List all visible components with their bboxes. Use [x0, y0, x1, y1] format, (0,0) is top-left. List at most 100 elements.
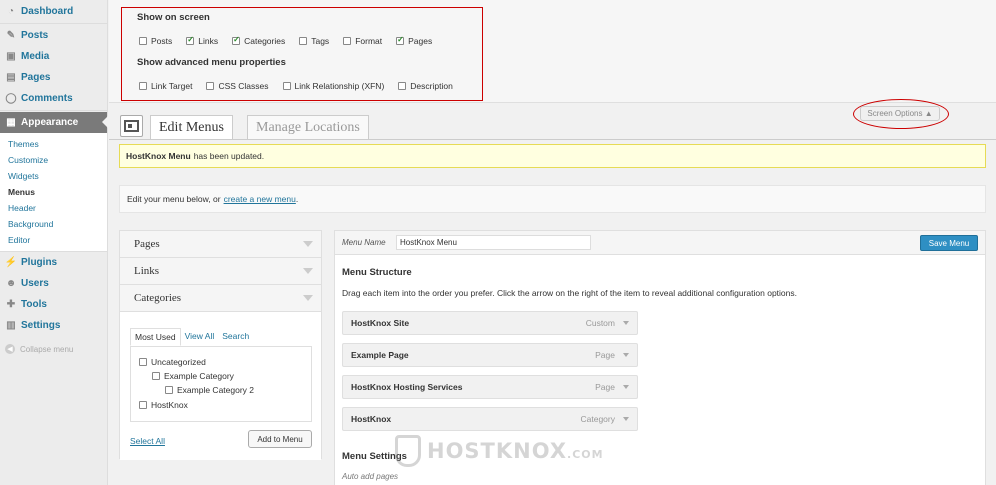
option-label: Link Target [151, 81, 193, 91]
sidebar-item-label: Tools [21, 299, 47, 310]
accordion-title: Links [134, 265, 160, 277]
category-example[interactable]: Example Category [152, 371, 234, 381]
option-link-relationship[interactable]: Link Relationship (XFN) [282, 81, 385, 91]
sidebar-item-tools[interactable]: ✚ Tools [0, 294, 107, 315]
accordion-links[interactable]: Links [120, 258, 321, 285]
category-uncategorized[interactable]: Uncategorized [139, 357, 206, 367]
checkbox[interactable] [398, 82, 407, 90]
checkbox[interactable] [139, 401, 147, 409]
accordion-categories[interactable]: Categories [120, 285, 321, 312]
watermark-domain: .COM [567, 448, 604, 461]
sidebar-item-plugins[interactable]: ⚡ Plugins [0, 252, 107, 273]
option-links[interactable]: Links [186, 35, 218, 46]
submenu-customize[interactable]: Customize [0, 152, 107, 168]
category-hostknox[interactable]: HostKnox [139, 400, 188, 410]
sidebar-item-dashboard[interactable]: ◔ Dashboard [0, 1, 107, 22]
checkbox[interactable] [396, 35, 405, 45]
category-tabs: Most Used View All Search [130, 328, 253, 346]
sidebar-item-label: Plugins [21, 257, 58, 268]
checkbox[interactable] [206, 82, 215, 90]
checkbox[interactable] [232, 35, 241, 45]
checkbox[interactable] [139, 37, 147, 45]
item-edit-arrow-icon[interactable] [623, 417, 629, 421]
sidebar-item-label: Media [21, 51, 50, 62]
tab-most-used[interactable]: Most Used [130, 328, 181, 346]
menu-item[interactable]: HostKnox Hosting Services Page [342, 375, 638, 399]
add-to-menu-button[interactable]: Add to Menu [248, 430, 312, 448]
option-description[interactable]: Description [398, 81, 453, 91]
sidebar-item-comments[interactable]: ◯ Comments [0, 88, 107, 109]
sidebar-item-settings[interactable]: ▥ Settings [0, 315, 107, 336]
menu-item[interactable]: HostKnox Category [342, 407, 638, 431]
category-checklist: Uncategorized Example Category Example C… [130, 346, 312, 422]
sidebar-item-label: Users [21, 278, 49, 289]
create-new-menu-link[interactable]: create a new menu [224, 194, 296, 204]
update-notice: HostKnox Menu has been updated. [119, 144, 986, 168]
sidebar-item-appearance[interactable]: ▦ Appearance [0, 112, 108, 133]
submenu-widgets[interactable]: Widgets [0, 168, 107, 184]
notice-menu-name: HostKnox Menu [126, 151, 191, 161]
submenu-header[interactable]: Header [0, 200, 107, 216]
option-categories[interactable]: Categories [232, 35, 285, 46]
category-example-2[interactable]: Example Category 2 [165, 385, 254, 395]
save-menu-button[interactable]: Save Menu [920, 235, 978, 251]
media-icon: ▣ [6, 51, 16, 62]
sidebar-item-pages[interactable]: ▤ Pages [0, 67, 107, 88]
option-label: CSS Classes [218, 81, 269, 91]
sidebar-item-label: Dashboard [21, 6, 74, 17]
menu-item-title: HostKnox [351, 414, 392, 424]
manage-menus-row: Edit your menu below, or create a new me… [119, 185, 986, 213]
sidebar-item-media[interactable]: ▣ Media [0, 46, 107, 67]
category-label: Example Category 2 [177, 385, 255, 395]
comment-icon: ◯ [5, 93, 17, 104]
dashboard-icon: ◔ [7, 6, 15, 17]
menu-item[interactable]: Example Page Page [342, 343, 638, 367]
accordion-title: Categories [134, 292, 182, 304]
menu-item-type: Page [595, 350, 615, 360]
item-edit-arrow-icon[interactable] [623, 321, 629, 325]
option-css-classes[interactable]: CSS Classes [206, 81, 269, 91]
submenu-menus[interactable]: Menus [0, 184, 107, 200]
hostknox-watermark: HOSTKNOX.COM [395, 435, 604, 467]
checkbox[interactable] [282, 82, 291, 90]
submenu-editor[interactable]: Editor [0, 232, 107, 248]
checkbox[interactable] [299, 37, 308, 45]
checkbox[interactable] [152, 372, 160, 380]
select-all-link[interactable]: Select All [130, 436, 165, 446]
chevron-down-icon [303, 295, 313, 301]
categories-panel: Most Used View All Search Uncategorized … [120, 312, 321, 460]
menu-item[interactable]: HostKnox Site Custom [342, 311, 638, 335]
tab-search[interactable]: Search [218, 328, 253, 346]
sidebar-item-label: Settings [21, 320, 61, 331]
pin-icon: ✎ [6, 30, 16, 41]
submenu-background[interactable]: Background [0, 216, 107, 232]
checkbox[interactable] [343, 37, 352, 45]
watermark-text: HOSTKNOX.COM [427, 439, 604, 463]
item-edit-arrow-icon[interactable] [623, 385, 629, 389]
collapse-menu-button[interactable]: ◀ Collapse menu [0, 340, 107, 358]
option-posts[interactable]: Posts [139, 36, 172, 46]
show-on-screen-options: Posts Links Categories Tags Format Pages [139, 35, 446, 46]
option-link-target[interactable]: Link Target [139, 81, 192, 91]
sidebar-item-posts[interactable]: ✎ Posts [0, 25, 107, 46]
tab-view-all[interactable]: View All [181, 328, 219, 346]
submenu-themes[interactable]: Themes [0, 136, 107, 152]
checkbox[interactable] [165, 386, 173, 394]
option-format[interactable]: Format [343, 36, 382, 46]
category-label: Uncategorized [151, 357, 206, 367]
menu-name-input[interactable]: HostKnox Menu [396, 235, 591, 250]
checkbox[interactable] [186, 35, 195, 45]
option-pages[interactable]: Pages [396, 35, 432, 46]
tab-manage-locations[interactable]: Manage Locations [247, 115, 369, 140]
item-edit-arrow-icon[interactable] [623, 353, 629, 357]
screen-options-toggle[interactable]: Screen Options ▲ [860, 106, 940, 121]
tab-edit-menus[interactable]: Edit Menus [150, 115, 233, 140]
option-label: Link Relationship (XFN) [294, 81, 385, 91]
option-tags[interactable]: Tags [299, 36, 329, 46]
accordion-pages[interactable]: Pages [120, 231, 321, 258]
menu-item-type: Page [595, 382, 615, 392]
sidebar-item-users[interactable]: ☻ Users [0, 273, 107, 294]
checkbox[interactable] [139, 82, 147, 90]
checkbox[interactable] [139, 358, 147, 366]
show-on-screen-heading: Show on screen [137, 12, 210, 23]
